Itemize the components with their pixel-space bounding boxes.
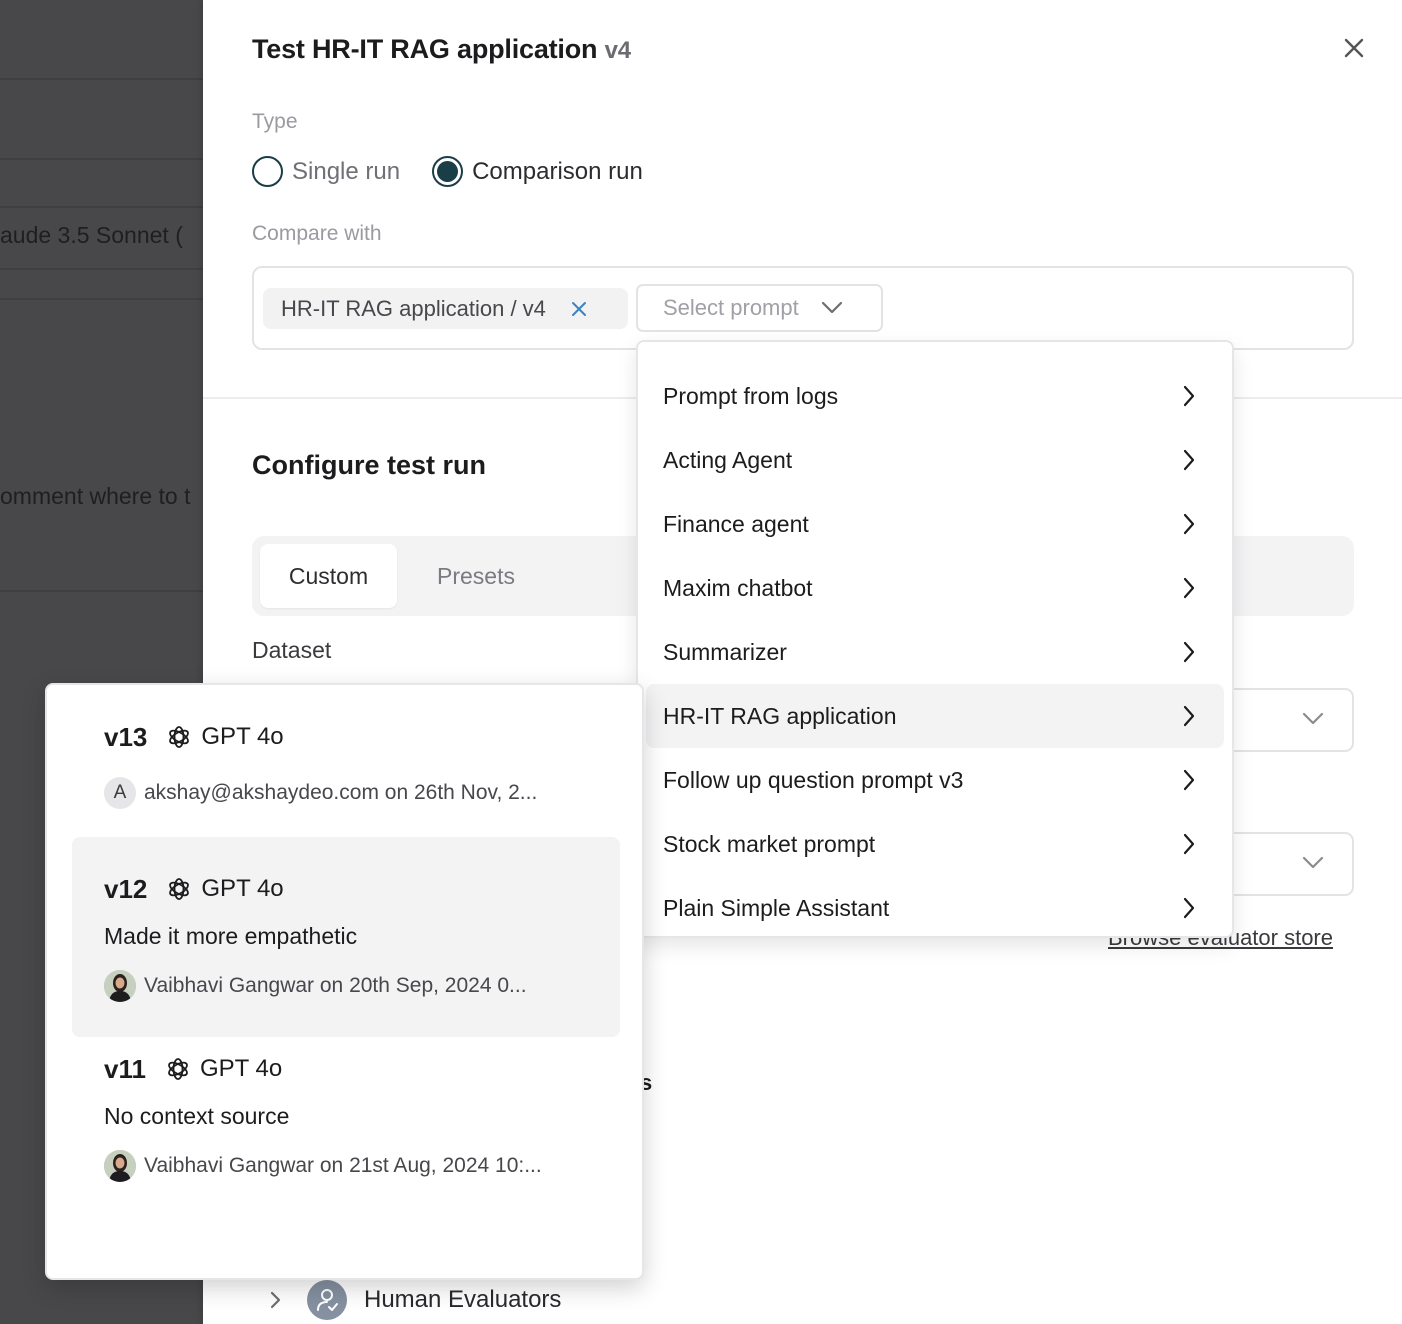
version-number: v11 [104, 1053, 146, 1084]
radio-comparison-run[interactable]: Comparison run [432, 156, 643, 187]
chevron-down-icon [1302, 856, 1324, 869]
prompt-menu-item-label: Stock market prompt [663, 830, 876, 857]
background-row [0, 80, 203, 160]
drawer-title-text: Test HR-IT RAG application [252, 34, 598, 64]
dataset-select[interactable] [1223, 688, 1354, 752]
chevron-right-icon [1183, 449, 1195, 471]
chevron-down-icon [821, 301, 842, 314]
version-author-text: Vaibhavi Gangwar on 21st Aug, 2024 10:..… [144, 1154, 542, 1177]
version-description: No context source [104, 1103, 290, 1129]
prompt-menu-item[interactable]: Plain Simple Assistant [646, 876, 1224, 940]
background-row [0, 208, 203, 270]
configure-title: Configure test run [252, 450, 486, 480]
background-row [0, 0, 203, 80]
version-author-meta: Vaibhavi Gangwar on 21st Aug, 2024 10:..… [104, 1150, 620, 1182]
background-row [0, 270, 203, 300]
radio-circle-unchecked [252, 156, 283, 187]
radio-circle-checked [432, 156, 464, 187]
select-prompt-dropdown[interactable]: Select prompt [636, 284, 883, 332]
version-model: GPT 4o [201, 723, 284, 750]
chevron-down-icon [1302, 712, 1324, 725]
prompt-menu-item-label: Summarizer [663, 638, 787, 665]
prompt-menu-item[interactable]: Maxim chatbot [646, 556, 1224, 620]
chevron-right-icon [1183, 705, 1195, 727]
version-author-meta: Vaibhavi Gangwar on 20th Sep, 2024 0... [104, 970, 620, 1002]
user-avatar: A [104, 777, 136, 809]
secondary-select[interactable] [1223, 832, 1354, 896]
prompt-menu-item-label: Finance agent [663, 510, 809, 537]
type-label: Type [252, 110, 298, 133]
compare-chip-label: HR-IT RAG application / v4 [281, 295, 546, 321]
prompt-menu-item[interactable]: HR-IT RAG application [646, 684, 1224, 748]
compare-chip: HR-IT RAG application / v4 [263, 288, 628, 329]
select-prompt-placeholder: Select prompt [663, 295, 799, 320]
close-button[interactable] [1338, 32, 1370, 64]
compare-with-field: HR-IT RAG application / v4 Select prompt [252, 266, 1354, 350]
version-model: GPT 4o [199, 1055, 283, 1082]
version-model: GPT 4o [201, 875, 284, 902]
chevron-right-icon [1183, 897, 1195, 919]
type-radio-group: Single run Comparison run [252, 156, 675, 187]
prompt-menu-item[interactable]: Prompt from logs [646, 364, 1224, 428]
prompt-menu-item[interactable]: Acting Agent [646, 428, 1224, 492]
prompt-menu-item[interactable]: Summarizer [646, 620, 1224, 684]
prompt-menu-item[interactable]: Follow up question prompt v3 [646, 748, 1224, 812]
prompt-menu-item-label: Follow up question prompt v3 [663, 766, 964, 793]
version-author-meta: Aakshay@akshaydeo.com on 26th Nov, 2... [104, 777, 620, 809]
openai-icon [169, 878, 190, 900]
prompt-menu-item-label: Maxim chatbot [663, 574, 813, 601]
dataset-label: Dataset [252, 637, 332, 663]
prompt-menu-item-label: Prompt from logs [663, 382, 839, 409]
chevron-right-icon [1183, 513, 1195, 535]
version-number: v13 [104, 721, 148, 752]
chevron-right-icon [1183, 833, 1195, 855]
human-evaluator-icon [307, 1280, 347, 1320]
prompt-menu: Prompt from logs Acting Agent Finance agen… [636, 340, 1234, 938]
prompt-menu-item-label: Acting Agent [663, 446, 793, 473]
chevron-right-icon [1183, 577, 1195, 599]
version-item[interactable]: v12 GPT 4o Made it more empathetic Vaibhavi… [72, 837, 620, 1037]
chevron-right-icon [270, 1291, 281, 1309]
openai-icon [168, 1058, 188, 1080]
prompt-menu-item[interactable]: Stock market prompt [646, 812, 1224, 876]
version-header: v12 GPT 4o [104, 869, 620, 909]
user-avatar [104, 1150, 136, 1182]
version-number: v12 [104, 873, 148, 904]
version-item[interactable]: v11 GPT 4o No context source Vaibhavi Gangw… [72, 1037, 620, 1182]
radio-label: Single run [292, 157, 401, 185]
version-header: v11 GPT 4o [104, 1049, 620, 1089]
background-row [0, 160, 203, 208]
chevron-right-icon [1183, 769, 1195, 791]
prompt-menu-item-label: Plain Simple Assistant [663, 894, 890, 921]
version-header: v13 GPT 4o [104, 717, 620, 757]
openai-icon [169, 726, 190, 748]
version-header: v10GPT 4o [104, 1279, 620, 1280]
prompt-menu-item-label: HR-IT RAG application [663, 702, 897, 729]
version-item[interactable]: v10GPT 4o [72, 1267, 620, 1280]
chevron-right-icon [1183, 641, 1195, 663]
radio-label: Comparison run [472, 157, 643, 185]
version-item[interactable]: v13 GPT 4o Aakshay@akshaydeo.com on 26th N… [72, 705, 620, 809]
drawer-title-version: v4 [604, 37, 631, 64]
drawer-title: Test HR-IT RAG application v4 [252, 34, 631, 65]
close-icon [1344, 38, 1364, 58]
human-evaluators-row[interactable]: Human Evaluators [263, 1280, 561, 1320]
compare-with-label: Compare with [252, 222, 382, 245]
radio-single-run[interactable]: Single run [252, 156, 400, 187]
human-evaluators-label: Human Evaluators [364, 1286, 562, 1313]
remove-chip-icon[interactable] [570, 300, 588, 318]
user-avatar [104, 970, 136, 1002]
tab-presets[interactable]: Presets [437, 544, 515, 608]
tab-custom[interactable]: Custom [260, 544, 397, 608]
chevron-right-icon [1183, 385, 1195, 407]
version-description: Made it more empathetic [104, 923, 358, 949]
prompt-menu-item[interactable]: Finance agent [646, 492, 1224, 556]
background-row [0, 300, 203, 592]
versions-popover: v13 GPT 4o Aakshay@akshaydeo.com on 26th N… [45, 683, 644, 1280]
version-author-text: akshay@akshaydeo.com on 26th Nov, 2... [144, 781, 538, 804]
version-author-text: Vaibhavi Gangwar on 20th Sep, 2024 0... [144, 974, 527, 997]
